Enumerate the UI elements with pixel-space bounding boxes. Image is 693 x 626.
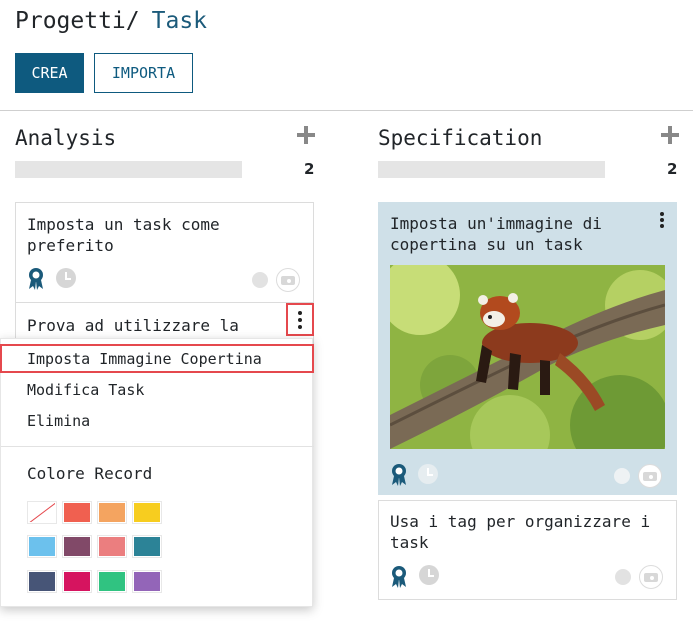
breadcrumb-current: Task — [151, 8, 208, 34]
avatar-icon[interactable] — [639, 565, 663, 589]
card-title: Usa i tag per organizzare i task — [390, 512, 651, 552]
breadcrumb: Progetti/ Task — [15, 6, 207, 36]
header-divider — [0, 110, 693, 111]
card-dropdown-menu: Imposta Immagine Copertina Modifica Task… — [0, 338, 314, 607]
column-count: 2 — [304, 160, 315, 178]
column-count: 2 — [667, 160, 678, 178]
color-swatch[interactable] — [27, 535, 57, 558]
menu-item-edit-task[interactable]: Modifica Task — [27, 380, 144, 400]
breadcrumb-parent-link[interactable]: Progetti — [15, 8, 126, 34]
status-dot[interactable] — [614, 468, 630, 484]
status-dot[interactable] — [252, 272, 268, 288]
kanban-card[interactable]: Imposta un task come preferito — [15, 202, 314, 303]
kanban-card[interactable]: Imposta un'immagine di copertina su un t… — [378, 202, 677, 495]
clock-icon[interactable] — [419, 565, 439, 585]
priority-badge-icon[interactable] — [389, 565, 409, 589]
card-title: Imposta un task come preferito — [27, 215, 220, 255]
kebab-menu-icon[interactable] — [297, 311, 303, 329]
add-task-icon[interactable] — [297, 126, 315, 144]
kanban-card[interactable]: Usa i tag per organizzare i task — [378, 500, 677, 600]
color-swatch[interactable] — [27, 570, 57, 593]
color-swatch[interactable] — [132, 570, 162, 593]
color-swatch[interactable] — [62, 501, 92, 524]
color-swatch[interactable] — [132, 535, 162, 558]
card-title: Imposta un'immagine di copertina su un t… — [390, 214, 602, 254]
column-title-analysis[interactable]: Analysis — [15, 124, 116, 152]
column-progress-bar — [15, 161, 242, 178]
clock-icon[interactable] — [56, 268, 76, 288]
priority-badge-icon[interactable] — [389, 463, 409, 487]
column-progress-bar — [378, 161, 605, 178]
menu-item-delete[interactable]: Elimina — [27, 411, 90, 431]
color-swatch-none[interactable] — [27, 501, 57, 524]
breadcrumb-separator: / — [125, 8, 140, 34]
color-label: Colore Record — [27, 464, 153, 483]
cover-image — [390, 265, 665, 449]
color-swatch[interactable] — [97, 501, 127, 524]
import-button[interactable]: IMPORTA — [94, 53, 193, 93]
create-button[interactable]: CREA — [15, 53, 84, 93]
column-title-specification[interactable]: Specification — [378, 124, 542, 152]
avatar-icon[interactable] — [638, 464, 662, 488]
color-swatch[interactable] — [97, 535, 127, 558]
menu-item-highlight — [0, 344, 314, 373]
color-swatch[interactable] — [132, 501, 162, 524]
color-swatch[interactable] — [62, 535, 92, 558]
clock-icon[interactable] — [418, 464, 438, 484]
color-swatch[interactable] — [97, 570, 127, 593]
add-task-icon[interactable] — [661, 126, 679, 144]
kebab-menu-icon[interactable] — [659, 212, 665, 230]
avatar-icon[interactable] — [276, 268, 300, 292]
card-title: Prova ad utilizzare la — [27, 316, 239, 335]
color-swatch[interactable] — [62, 570, 92, 593]
status-dot[interactable] — [615, 569, 631, 585]
menu-divider — [1, 446, 314, 447]
priority-badge-icon[interactable] — [26, 267, 46, 291]
